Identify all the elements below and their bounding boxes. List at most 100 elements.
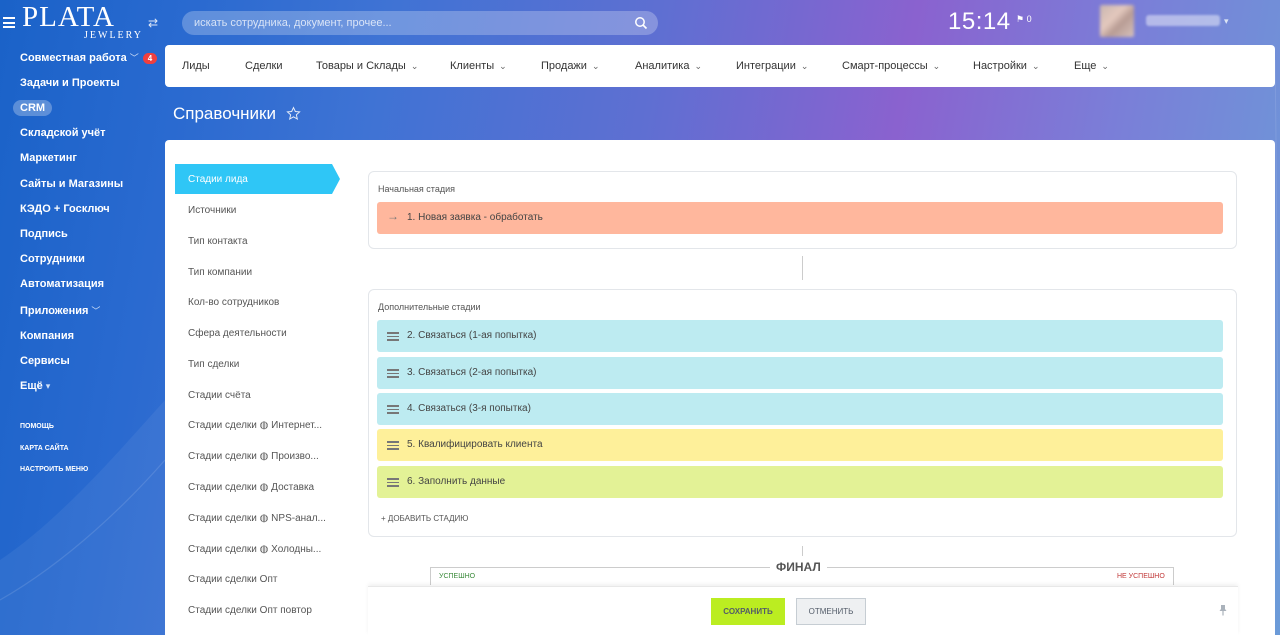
sidebar-item-signature[interactable]: Подпись: [20, 228, 68, 240]
ref-item[interactable]: Стадии сделки ◍ Доставка: [188, 482, 314, 493]
stage-item[interactable]: 6. Заполнить данные: [377, 466, 1223, 498]
ref-item[interactable]: Источники: [188, 205, 236, 216]
stage-label: 3. Связаться (2-ая попытка): [407, 367, 537, 378]
ref-item-lead-stages[interactable]: Стадии лида: [175, 164, 340, 194]
ref-item[interactable]: Стадии сделки ◍ Холодны...: [188, 544, 321, 555]
drag-handle-icon[interactable]: [387, 332, 399, 341]
tab-sales[interactable]: Продажи ⌄: [541, 60, 600, 72]
search-box[interactable]: [182, 11, 658, 35]
drag-handle-icon[interactable]: [387, 478, 399, 487]
tab-label: Смарт-процессы: [842, 60, 928, 72]
tab-leads[interactable]: Лиды: [182, 60, 210, 72]
search-icon[interactable]: [634, 16, 648, 30]
ref-item[interactable]: Стадии сделки Опт: [188, 574, 277, 585]
stage-item[interactable]: 2. Связаться (1-ая попытка): [377, 320, 1223, 352]
sidebar-item-label: Компания: [20, 330, 75, 342]
chevron-down-icon: ⌄: [694, 61, 702, 71]
drag-handle-icon[interactable]: [387, 441, 399, 450]
drag-handle-icon[interactable]: [387, 369, 399, 378]
cancel-button[interactable]: ОТМЕНИТЬ: [796, 598, 866, 625]
tab-label: Аналитика: [635, 60, 690, 72]
chevron-down-icon: ⌄: [932, 61, 941, 71]
tab-deals[interactable]: Сделки: [245, 60, 283, 72]
tab-more[interactable]: Еще ⌄: [1074, 60, 1109, 72]
logo-subtext: JEWLERY: [84, 30, 143, 41]
chevron-down-icon: ⌄: [591, 61, 600, 71]
tab-label: Сделки: [245, 60, 283, 72]
chevron-down-icon: ⌄: [499, 61, 507, 71]
sidebar-item-services[interactable]: Сервисы: [20, 355, 70, 367]
sidebar-item-company[interactable]: Компания: [20, 330, 74, 342]
tab-label: Еще: [1074, 60, 1097, 72]
chevron-down-icon: ⌄: [1101, 61, 1109, 71]
ref-item[interactable]: Кол-во сотрудников: [188, 297, 279, 308]
tab-settings[interactable]: Настройки ⌄: [973, 60, 1039, 72]
chevron-down-icon[interactable]: ▾: [1224, 16, 1229, 27]
ref-item[interactable]: Стадии счёта: [188, 390, 251, 401]
ref-item[interactable]: Стадии сделки ◍ NPS-анал...: [188, 513, 326, 524]
search-input[interactable]: [182, 11, 658, 35]
sidebar-item-apps[interactable]: Приложения ﹀: [20, 304, 100, 317]
swap-icon[interactable]: ⇄: [148, 16, 158, 30]
sidebar-item-marketing[interactable]: Маркетинг: [20, 152, 77, 164]
save-button[interactable]: СОХРАНИТЬ: [711, 598, 785, 625]
configure-menu-link[interactable]: НАСТРОИТЬ МЕНЮ: [20, 466, 88, 473]
stage-label: 4. Связаться (3-я попытка): [407, 403, 531, 414]
sidebar-item-label: Маркетинг: [20, 152, 77, 164]
sidebar-item-label: CRM: [20, 102, 46, 114]
stage-initial[interactable]: → 1. Новая заявка - обработать: [377, 202, 1223, 234]
stage-item[interactable]: 3. Связаться (2-ая попытка): [377, 357, 1223, 389]
ref-item[interactable]: Тип контакта: [188, 236, 248, 247]
company-logo[interactable]: PLATA JEWLERY: [22, 1, 141, 41]
ref-item[interactable]: Тип сделки: [188, 359, 239, 370]
sidebar-item-label: Автоматизация: [20, 278, 105, 290]
sidebar-item-label: Совместная работа: [20, 52, 127, 64]
avatar[interactable]: [1100, 5, 1134, 37]
tab-analytics[interactable]: Аналитика ⌄: [635, 60, 702, 72]
tab-integrations[interactable]: Интеграции ⌄: [736, 60, 808, 72]
chevron-down-icon: ⌄: [1031, 61, 1040, 71]
page-title: Справочники: [173, 104, 276, 123]
connector-line: [802, 256, 803, 280]
sidebar-item-kedo[interactable]: КЭДО + Госключ: [20, 203, 110, 215]
flag-icon: ⚑: [1016, 14, 1025, 24]
tab-smart-processes[interactable]: Смарт-процессы ⌄: [842, 60, 940, 72]
pin-icon[interactable]: [1218, 604, 1228, 616]
clock: 15:14: [948, 8, 1011, 35]
sidebar-item-label: Сайты и Магазины: [20, 178, 124, 190]
ref-item[interactable]: Тип компании: [188, 267, 252, 278]
sidebar-item-more[interactable]: Ещё ▾: [20, 380, 50, 392]
stage-label: 5. Квалифицировать клиента: [407, 439, 543, 450]
tab-clients[interactable]: Клиенты ⌄: [450, 60, 507, 72]
sidebar-item-label: Ещё: [20, 380, 43, 392]
add-stage-button[interactable]: + ДОБАВИТЬ СТАДИЮ: [381, 514, 468, 523]
sidebar-item-employees[interactable]: Сотрудники: [20, 253, 85, 265]
tab-label: Товары и Склады: [316, 60, 406, 72]
sidebar-item-warehouse[interactable]: Складской учёт: [20, 127, 106, 139]
ref-item[interactable]: Стадии сделки ◍ Интернет...: [188, 420, 322, 431]
tab-label: Продажи: [541, 60, 587, 72]
sitemap-link[interactable]: КАРТА САЙТА: [20, 445, 69, 452]
failure-label: НЕ УСПЕШНО: [1117, 573, 1165, 580]
user-name-blurred[interactable]: [1146, 15, 1220, 26]
ref-item[interactable]: Стадии сделки ◍ Произво...: [188, 451, 319, 462]
sidebar-item-tasks[interactable]: Задачи и Проекты: [20, 77, 120, 89]
ref-item[interactable]: Стадии сделки Опт повтор: [188, 605, 312, 616]
menu-burger-icon[interactable]: [3, 17, 15, 28]
help-link[interactable]: ПОМОЩЬ: [20, 423, 54, 430]
stage-item[interactable]: 5. Квалифицировать клиента: [377, 429, 1223, 461]
stage-label: 6. Заполнить данные: [407, 476, 506, 487]
logo-text: PLATA: [22, 1, 115, 33]
ref-item[interactable]: Сфера деятельности: [188, 328, 287, 339]
sidebar-item-crm[interactable]: CRM: [13, 100, 53, 116]
stage-item[interactable]: 4. Связаться (3-я попытка): [377, 393, 1223, 425]
sidebar-item-collaboration[interactable]: Совместная работа ﹀ 4: [20, 51, 158, 64]
tab-products[interactable]: Товары и Склады ⌄: [316, 60, 418, 72]
sidebar-item-label: Сервисы: [20, 355, 70, 367]
drag-handle-icon[interactable]: [387, 405, 399, 414]
sidebar-item-automation[interactable]: Автоматизация: [20, 278, 104, 290]
star-icon[interactable]: [286, 106, 301, 121]
sidebar-item-label: Подпись: [20, 228, 68, 240]
notifications-flag[interactable]: ⚑ 0: [1016, 14, 1032, 25]
sidebar-item-sites[interactable]: Сайты и Магазины: [20, 178, 123, 190]
